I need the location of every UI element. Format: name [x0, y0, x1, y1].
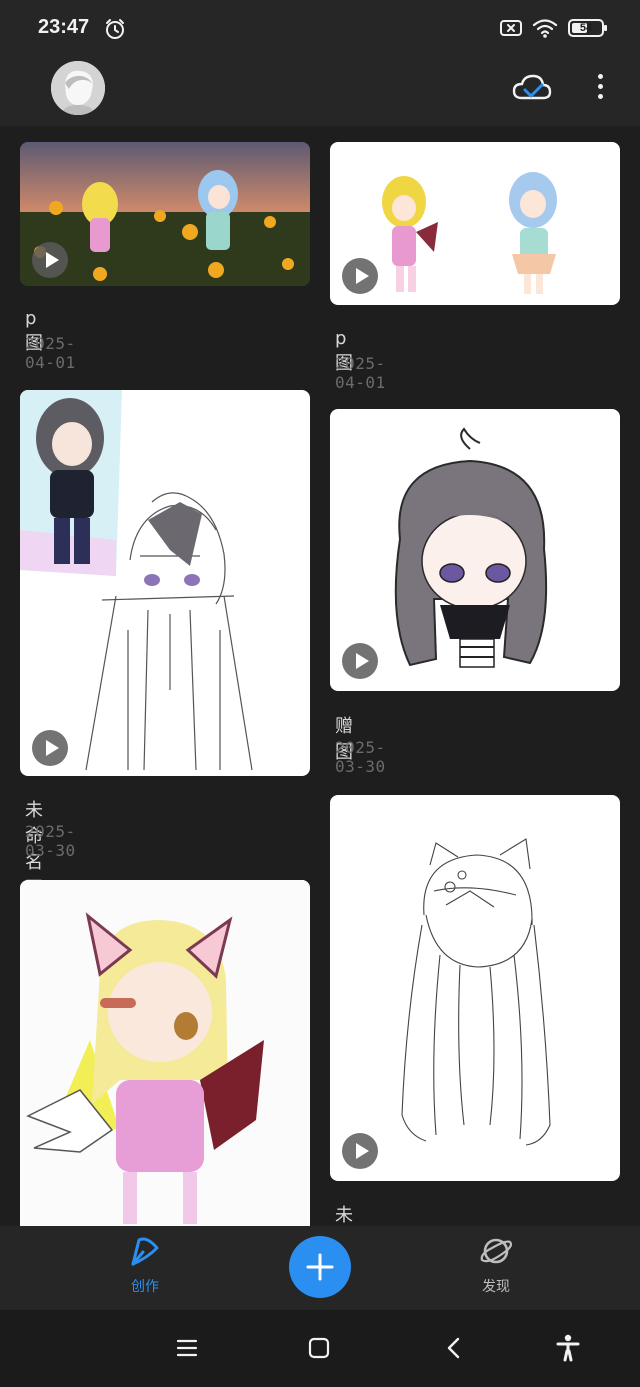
- menu-icon[interactable]: [176, 1338, 198, 1358]
- nav-discover[interactable]: 发现: [436, 1234, 556, 1296]
- nav-create[interactable]: 创作: [85, 1234, 205, 1296]
- bottom-nav: 创作 发现: [0, 1226, 640, 1310]
- wifi-icon: [532, 19, 558, 38]
- home-icon[interactable]: [308, 1337, 330, 1359]
- status-bar: 23:47 54: [0, 0, 640, 60]
- artwork-grid[interactable]: p图 2025-04-01 p图 2025-04-01 未命名 2025-03-…: [0, 126, 640, 1226]
- winged-chibi-image: [20, 880, 310, 1226]
- artwork-thumbnail[interactable]: [330, 795, 620, 1181]
- artwork-date: 2025-03-30: [25, 822, 76, 860]
- artwork-date: 2025-03-30: [335, 738, 386, 776]
- cloud-sync-icon[interactable]: [512, 72, 552, 104]
- battery-indicator: 54: [568, 19, 607, 37]
- status-time: 23:47: [38, 16, 90, 38]
- planet-icon: [480, 1238, 513, 1264]
- artwork-thumbnail[interactable]: [20, 390, 310, 776]
- sim-off-icon: [500, 20, 522, 36]
- play-icon[interactable]: [342, 1133, 378, 1169]
- artwork-date: 2025-04-01: [335, 354, 386, 392]
- plus-icon: [306, 1253, 334, 1281]
- accessibility-icon[interactable]: [556, 1334, 580, 1362]
- create-pen-icon: [131, 1237, 159, 1266]
- artwork-thumbnail[interactable]: [330, 142, 620, 305]
- app-bar: [0, 60, 640, 126]
- back-icon[interactable]: [444, 1337, 464, 1359]
- artwork-date: 2025-04-01: [25, 334, 76, 372]
- artwork-thumbnail[interactable]: [20, 142, 310, 286]
- user-avatar-icon: [51, 61, 105, 115]
- alarm-icon: [106, 19, 124, 39]
- battery-level: 54: [579, 22, 593, 34]
- play-icon[interactable]: [32, 242, 68, 278]
- nav-create-label: 创作: [131, 1279, 159, 1295]
- artwork-thumbnail[interactable]: [20, 880, 310, 1226]
- avatar[interactable]: [51, 61, 105, 115]
- artwork-thumbnail[interactable]: [330, 409, 620, 691]
- play-icon[interactable]: [342, 258, 378, 294]
- add-artwork-button[interactable]: [289, 1236, 351, 1298]
- artwork-title: 未命名画布: [335, 1205, 353, 1226]
- system-nav-bar: [0, 1310, 640, 1387]
- hair-sketch-image: [401, 838, 551, 1146]
- play-icon[interactable]: [32, 730, 68, 766]
- sketch-reference-image: [20, 390, 253, 771]
- more-options-button[interactable]: [588, 70, 612, 104]
- play-icon[interactable]: [342, 643, 378, 679]
- nav-discover-label: 发现: [482, 1279, 510, 1295]
